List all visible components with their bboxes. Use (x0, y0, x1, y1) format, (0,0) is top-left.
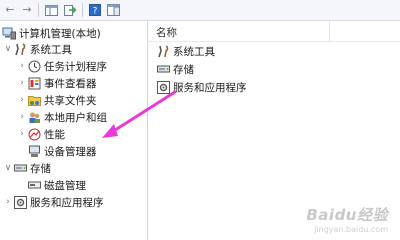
column-header-name[interactable]: 名称 (156, 25, 177, 40)
list-item-label: 存储 (173, 63, 194, 76)
help-icon[interactable]: ? (88, 3, 102, 17)
services-icon (156, 80, 170, 94)
shared-folder-icon (27, 93, 41, 107)
toolbar-separator (38, 3, 39, 17)
tree-label-event-viewer: 事件查看器 (44, 77, 97, 90)
list-item-services-applications[interactable]: 服务和应用程序 (156, 79, 247, 95)
services-icon (13, 195, 27, 209)
watermark-logo: Baidu经验 (306, 206, 388, 224)
expand-arrow-icon[interactable]: › (17, 112, 27, 122)
toolbar: ← → ? (0, 0, 400, 21)
expand-arrow-icon[interactable]: ∨ (3, 163, 13, 173)
tools-icon (156, 44, 170, 58)
watermark: Baidu经验 jingyan.baidu.com (292, 204, 388, 234)
device-manager-icon (27, 144, 41, 158)
tree-label-disk-management: 磁盘管理 (44, 179, 86, 192)
storage-icon (156, 62, 170, 76)
tree-label-local-users-groups: 本地用户和组 (44, 111, 107, 124)
tree-label-root: 计算机管理(本地) (19, 27, 101, 40)
tree-item-services-applications[interactable]: › 服务和应用程序 (3, 194, 104, 210)
tree-item-event-viewer[interactable]: › 事件查看器 (17, 75, 97, 91)
performance-icon (27, 127, 41, 141)
back-icon[interactable]: ← (3, 3, 17, 17)
tree-label-services-applications: 服务和应用程序 (30, 196, 104, 209)
tree-item-storage[interactable]: ∨ 存储 (3, 160, 51, 176)
expand-arrow-icon[interactable]: › (17, 78, 27, 88)
tree-item-local-users-groups[interactable]: › 本地用户和组 (17, 109, 107, 125)
forward-icon[interactable]: → (20, 3, 34, 17)
expand-arrow-icon[interactable]: › (3, 197, 13, 207)
tree-item-shared-folders[interactable]: › 共享文件夹 (17, 92, 97, 108)
tree-label-device-manager: 设备管理器 (44, 145, 97, 158)
tree-label-task-scheduler: 任务计划程序 (44, 60, 107, 73)
tree-item-task-scheduler[interactable]: › 任务计划程序 (17, 58, 107, 74)
tree-item-disk-management[interactable]: 磁盘管理 (27, 177, 86, 193)
expand-arrow-icon[interactable]: › (17, 129, 27, 139)
tree-item-system-tools[interactable]: ∨ 系统工具 (3, 41, 72, 57)
column-divider[interactable] (329, 21, 330, 41)
export-list-icon[interactable] (63, 3, 77, 17)
users-icon (27, 110, 41, 124)
list-item-storage[interactable]: 存储 (156, 61, 194, 77)
tree-label-performance: 性能 (44, 128, 65, 141)
toolbar-separator (82, 3, 83, 17)
expand-arrow-icon[interactable]: › (17, 95, 27, 105)
disk-management-icon (27, 178, 41, 192)
show-action-pane-icon[interactable] (106, 3, 120, 17)
expand-arrow-icon[interactable]: › (17, 61, 27, 71)
storage-icon (13, 161, 27, 175)
tools-icon (13, 42, 27, 56)
show-hide-tree-icon[interactable] (44, 3, 58, 17)
clock-icon (27, 59, 41, 73)
tree-label-storage: 存储 (30, 162, 51, 175)
svg-text:?: ? (93, 7, 98, 17)
tree-item-performance[interactable]: › 性能 (17, 126, 65, 142)
tree-item-root[interactable]: 计算机管理(本地) (2, 25, 101, 41)
column-header-row: 名称 (148, 21, 400, 42)
list-item-label: 服务和应用程序 (173, 81, 247, 94)
tree-label-system-tools: 系统工具 (30, 43, 72, 56)
tree-label-shared-folders: 共享文件夹 (44, 94, 97, 107)
list-item-label: 系统工具 (173, 45, 215, 58)
list-item-system-tools[interactable]: 系统工具 (156, 43, 215, 59)
expand-arrow-icon[interactable]: ∨ (3, 44, 13, 54)
event-viewer-icon (27, 76, 41, 90)
console-tree: 计算机管理(本地) ∨ 系统工具 › 任务计划程序 › 事件查看器 › 共享文件… (0, 21, 148, 240)
watermark-url: jingyan.baidu.com (314, 225, 388, 234)
computer-management-icon (2, 26, 16, 40)
tree-item-device-manager[interactable]: 设备管理器 (27, 143, 97, 159)
